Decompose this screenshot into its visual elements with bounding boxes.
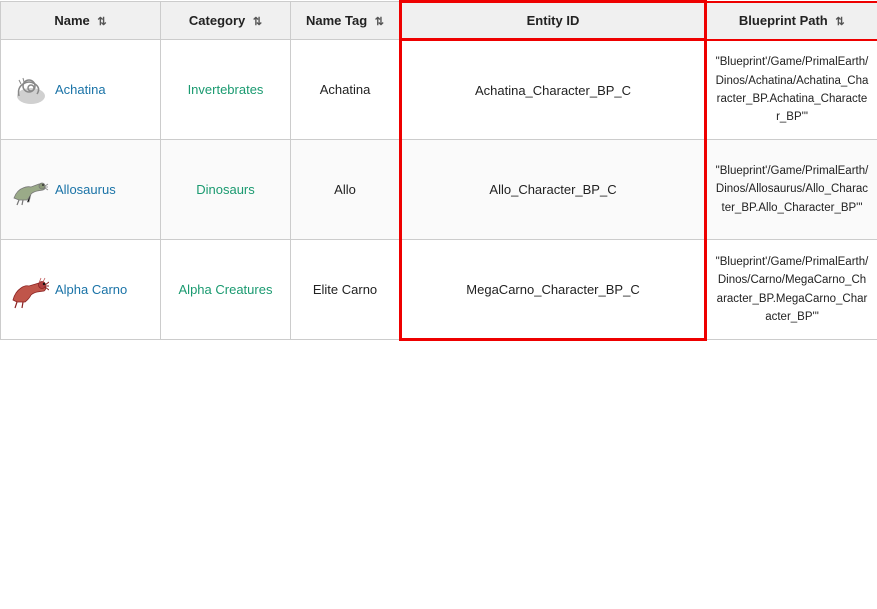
cell-blueprint-alphacarno: "Blueprint'/Game/PrimalEarth/Dinos/Carno… xyxy=(706,240,877,340)
name-label-allosaurus: Allosaurus xyxy=(55,182,116,197)
table-header-row: Name ⇅ Category ⇅ Name Tag ⇅ Entity ID B… xyxy=(1,2,877,40)
cell-entityid-allosaurus: Allo_Character_BP_C xyxy=(401,140,706,240)
main-table-container: Name ⇅ Category ⇅ Name Tag ⇅ Entity ID B… xyxy=(0,0,877,341)
sort-icon-blueprint: ⇅ xyxy=(835,15,844,28)
table-row: Achatina Invertebrates Achatina Achatina… xyxy=(1,40,877,140)
col-header-nametag[interactable]: Name Tag ⇅ xyxy=(291,2,401,40)
sort-icon-category: ⇅ xyxy=(253,15,262,28)
col-header-entityid[interactable]: Entity ID xyxy=(401,2,706,40)
achatina-icon xyxy=(9,70,49,110)
cell-name-alphacarno: Alpha Carno xyxy=(1,240,161,340)
name-label-alphacarno: Alpha Carno xyxy=(55,282,127,297)
cell-name-achatina: Achatina xyxy=(1,40,161,140)
cell-nametag-achatina: Achatina xyxy=(291,40,401,140)
col-header-name[interactable]: Name ⇅ xyxy=(1,2,161,40)
category-label-allosaurus: Dinosaurs xyxy=(196,182,255,197)
creatures-table: Name ⇅ Category ⇅ Name Tag ⇅ Entity ID B… xyxy=(0,0,877,341)
cell-entityid-alphacarno: MegaCarno_Character_BP_C xyxy=(401,240,706,340)
sort-icon-nametag: ⇅ xyxy=(375,15,384,28)
cell-category-alphacarno: Alpha Creatures xyxy=(161,240,291,340)
col-header-blueprint[interactable]: Blueprint Path ⇅ xyxy=(706,2,877,40)
cell-category-achatina: Invertebrates xyxy=(161,40,291,140)
cell-nametag-alphacarno: Elite Carno xyxy=(291,240,401,340)
category-label-alphacarno: Alpha Creatures xyxy=(179,282,273,297)
cell-entityid-achatina: Achatina_Character_BP_C xyxy=(401,40,706,140)
alphacarno-icon xyxy=(9,270,49,310)
cell-nametag-allosaurus: Allo xyxy=(291,140,401,240)
table-row: Alpha Carno Alpha Creatures Elite Carno … xyxy=(1,240,877,340)
sort-icon-name: ⇅ xyxy=(97,15,106,28)
cell-category-allosaurus: Dinosaurs xyxy=(161,140,291,240)
col-header-category[interactable]: Category ⇅ xyxy=(161,2,291,40)
cell-blueprint-allosaurus: "Blueprint'/Game/PrimalEarth/Dinos/Allos… xyxy=(706,140,877,240)
table-row: Allosaurus Dinosaurs Allo Allo_Character… xyxy=(1,140,877,240)
category-label-achatina: Invertebrates xyxy=(188,82,264,97)
name-label-achatina: Achatina xyxy=(55,82,106,97)
cell-name-allosaurus: Allosaurus xyxy=(1,140,161,240)
allosaurus-icon xyxy=(9,170,49,210)
cell-blueprint-achatina: "Blueprint'/Game/PrimalEarth/Dinos/Achat… xyxy=(706,40,877,140)
